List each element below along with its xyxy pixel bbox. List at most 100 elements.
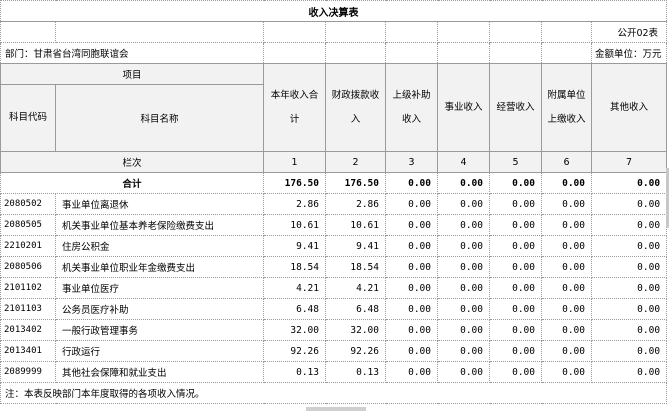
col-number: 6	[541, 151, 592, 173]
income-statement-sheet: 收入决算表 公开02表 部门：甘肃省台湾同胞联谊会 金额单位：万元 项目 本年收…	[0, 0, 669, 411]
col-number: 1	[263, 151, 326, 173]
table-row: 2013401 行政运行 92.26 92.26 0.00 0.00 0.00 …	[0, 340, 668, 362]
row-value: 0.00	[489, 319, 542, 341]
footnote: 注：本表反映部门本年度取得的各项收入情况。	[0, 382, 668, 404]
row-value: 0.00	[590, 298, 668, 320]
row-value: 0.00	[437, 256, 490, 278]
row-value: 0.00	[541, 256, 592, 278]
row-value: 0.00	[385, 193, 438, 215]
row-name: 事业单位医疗	[55, 277, 264, 299]
row-value: 0.00	[385, 361, 438, 383]
row-name: 一般行政管理事务	[55, 319, 264, 341]
row-value: 0.00	[489, 298, 542, 320]
row-value: 0.00	[489, 361, 542, 383]
col-header-5: 经营收入	[489, 63, 542, 152]
page-title: 收入决算表	[0, 0, 668, 22]
row-value: 0.00	[437, 340, 490, 362]
total-value: 0.00	[437, 172, 490, 194]
row-value: 2.86	[325, 193, 386, 215]
row-value: 6.48	[263, 298, 326, 320]
row-value: 0.13	[325, 361, 386, 383]
form-number: 公开02表	[590, 21, 668, 43]
col-header-3: 上级补助收入	[385, 63, 438, 152]
row-name: 事业单位离退休	[55, 193, 264, 215]
unit-label: 金额单位：万元	[590, 42, 668, 64]
row-code: 2101103	[0, 298, 56, 320]
total-row: 合计 176.50 176.50 0.00 0.00 0.00 0.00 0.0…	[0, 172, 668, 194]
row-value: 0.00	[437, 298, 490, 320]
total-value: 0.00	[385, 172, 438, 194]
item-group-header: 项目	[0, 63, 264, 85]
income-table: 收入决算表 公开02表 部门：甘肃省台湾同胞联谊会 金额单位：万元 项目 本年收…	[0, 0, 668, 404]
row-value: 0.00	[437, 235, 490, 257]
table-row: 2013402 一般行政管理事务 32.00 32.00 0.00 0.00 0…	[0, 319, 668, 341]
col-number: 5	[489, 151, 542, 173]
row-value: 0.13	[263, 361, 326, 383]
col-header-1: 本年收入合计	[263, 63, 326, 152]
row-value: 0.00	[385, 319, 438, 341]
row-code: 2080502	[0, 193, 56, 215]
row-value: 0.00	[385, 235, 438, 257]
row-value: 0.00	[437, 319, 490, 341]
row-value: 0.00	[489, 340, 542, 362]
col-number: 2	[325, 151, 386, 173]
row-code: 2080506	[0, 256, 56, 278]
row-value: 0.00	[590, 361, 668, 383]
row-value: 0.00	[590, 277, 668, 299]
code-header: 科目代码	[0, 84, 56, 152]
row-value: 0.00	[541, 361, 592, 383]
row-code: 2013401	[0, 340, 56, 362]
row-value: 4.21	[263, 277, 326, 299]
row-value: 32.00	[325, 319, 386, 341]
row-value: 0.00	[385, 256, 438, 278]
total-value: 0.00	[489, 172, 542, 194]
row-value: 32.00	[263, 319, 326, 341]
row-value: 4.21	[325, 277, 386, 299]
row-value: 0.00	[437, 193, 490, 215]
row-value: 10.61	[325, 214, 386, 236]
row-name: 住房公积金	[55, 235, 264, 257]
row-value: 92.26	[263, 340, 326, 362]
row-name: 机关事业单位基本养老保险缴费支出	[55, 214, 264, 236]
total-value: 0.00	[590, 172, 668, 194]
row-value: 18.54	[325, 256, 386, 278]
table-row: 2101102 事业单位医疗 4.21 4.21 0.00 0.00 0.00 …	[0, 277, 668, 299]
row-name: 其他社会保障和就业支出	[55, 361, 264, 383]
row-value: 0.00	[385, 277, 438, 299]
row-name: 行政运行	[55, 340, 264, 362]
table-row: 2101103 公务员医疗补助 6.48 6.48 0.00 0.00 0.00…	[0, 298, 668, 320]
row-value: 0.00	[541, 235, 592, 257]
row-code: 2080505	[0, 214, 56, 236]
row-value: 0.00	[590, 319, 668, 341]
department-label: 部门：甘肃省台湾同胞联谊会	[0, 42, 264, 64]
row-value: 9.41	[263, 235, 326, 257]
row-value: 0.00	[437, 277, 490, 299]
col-number: 4	[437, 151, 490, 173]
row-value: 0.00	[590, 235, 668, 257]
row-number-row: 栏次 1 2 3 4 5 6 7	[0, 151, 668, 173]
row-value: 2.86	[263, 193, 326, 215]
row-name: 公务员医疗补助	[55, 298, 264, 320]
row-value: 0.00	[437, 361, 490, 383]
col-header-4: 事业收入	[437, 63, 490, 152]
table-row: 2080502 事业单位离退休 2.86 2.86 0.00 0.00 0.00…	[0, 193, 668, 215]
row-value: 0.00	[541, 340, 592, 362]
row-value: 0.00	[590, 340, 668, 362]
row-value: 0.00	[541, 277, 592, 299]
row-value: 0.00	[489, 235, 542, 257]
col-number: 3	[385, 151, 438, 173]
total-value: 176.50	[325, 172, 386, 194]
row-value: 0.00	[437, 214, 490, 236]
row-value: 0.00	[590, 193, 668, 215]
row-value: 0.00	[489, 193, 542, 215]
row-value: 0.00	[541, 193, 592, 215]
row-value: 0.00	[385, 214, 438, 236]
row-name: 机关事业单位职业年金缴费支出	[55, 256, 264, 278]
row-number-label: 栏次	[0, 151, 264, 173]
row-value: 92.26	[325, 340, 386, 362]
row-value: 0.00	[590, 256, 668, 278]
col-number: 7	[590, 151, 668, 173]
row-value: 6.48	[325, 298, 386, 320]
row-value: 18.54	[263, 256, 326, 278]
table-row: 2210201 住房公积金 9.41 9.41 0.00 0.00 0.00 0…	[0, 235, 668, 257]
